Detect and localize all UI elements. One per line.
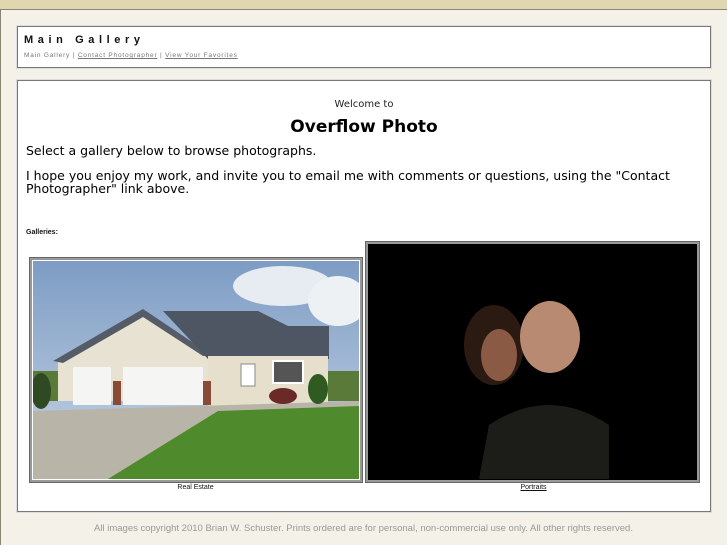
nav-sep: | — [72, 52, 76, 59]
copyright-footer: All images copyright 2010 Brian W. Schus… — [94, 523, 633, 534]
message-text: I hope you enjoy my work, and invite you… — [26, 168, 670, 196]
header-box: Main Gallery Main Gallery | Contact Phot… — [17, 26, 711, 68]
house-photo — [31, 261, 368, 479]
gallery-portraits-thumbnail[interactable] — [365, 241, 700, 483]
portrait-photo — [369, 245, 696, 479]
galleries-label: Galleries: — [26, 229, 58, 236]
site-title: Overflow Photo — [290, 117, 438, 137]
welcome-text: Welcome to — [334, 99, 394, 110]
gallery-title: Main Gallery — [24, 34, 145, 46]
real-estate-label[interactable]: Real Estate — [118, 484, 273, 491]
main-content: Welcome to Overflow Photo Select a galle… — [17, 80, 711, 512]
portraits-link[interactable]: Portraits — [456, 484, 611, 491]
gallery-real-estate-thumbnail[interactable] — [29, 257, 368, 483]
nav-main-gallery: Main Gallery — [24, 52, 71, 59]
breadcrumb: Main Gallery | Contact Photographer | Vi… — [24, 52, 238, 59]
contact-photographer-link[interactable]: Contact Photographer — [78, 52, 158, 59]
view-favorites-link[interactable]: View Your Favorites — [165, 52, 238, 59]
intro-text: Select a gallery below to browse photogr… — [26, 143, 317, 158]
nav-sep: | — [160, 52, 163, 59]
left-edge — [0, 10, 1, 545]
top-band — [0, 0, 727, 10]
